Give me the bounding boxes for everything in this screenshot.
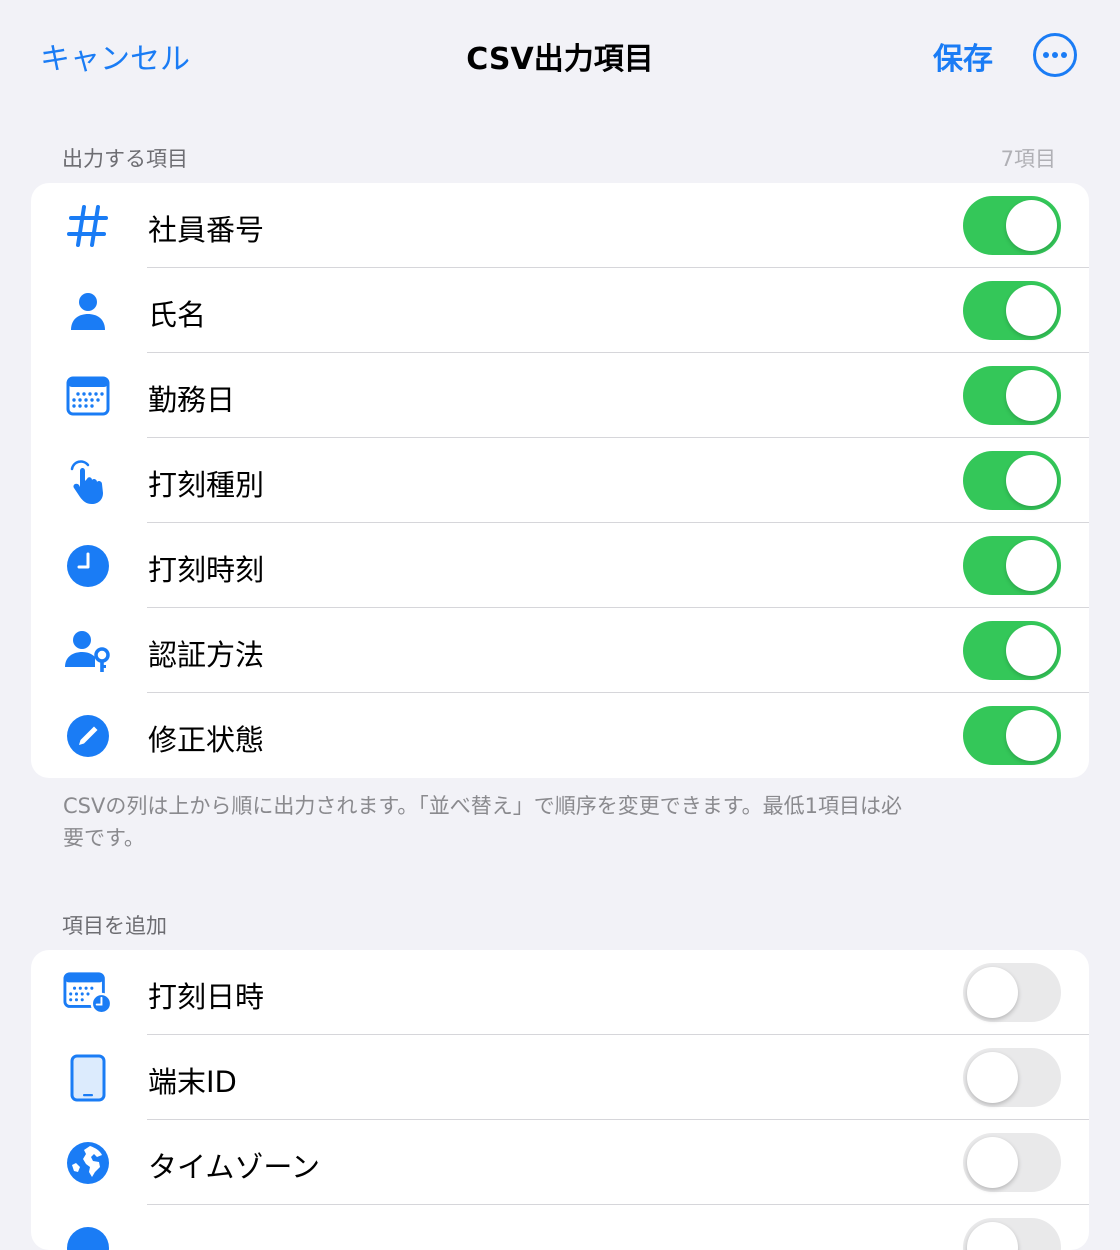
output-row-work-date: 勤務日 [31,353,1089,438]
clock-icon [63,543,113,589]
row-label: 認証方法 [148,638,265,672]
row-label: タイムゾーン [148,1150,320,1184]
toggle-switch[interactable] [963,196,1061,255]
save-button[interactable]: 保存 [933,34,993,78]
output-row-auth-method: 認証方法 [31,608,1089,693]
toggle-switch[interactable] [963,621,1061,680]
circle-icon [63,1225,113,1250]
calendar-clock-icon [63,970,113,1016]
add-row-device-id: 端末ID [31,1035,1089,1120]
toggle-switch[interactable] [963,963,1061,1022]
toggle-switch[interactable] [963,536,1061,595]
row-label: 打刻日時 [148,980,265,1014]
row-label: 端末ID [148,1065,237,1099]
output-row-correction-status: 修正状態 [31,693,1089,778]
toggle-switch[interactable] [963,1133,1061,1192]
number-icon [63,203,113,249]
toggle-switch[interactable] [963,366,1061,425]
pencil-circle-icon [63,713,113,759]
row-label: 社員番号 [148,213,265,247]
add-row-timezone: タイムゾーン [31,1120,1089,1205]
add-items-list: 打刻日時 端末ID タイムゾーン [31,950,1089,1250]
section-footer-note: CSVの列は上から順に出力されます。「並べ替え」で順序を変更できます。最低1項目… [63,794,903,850]
output-row-punch-time: 打刻時刻 [31,523,1089,608]
person-icon [63,288,113,334]
globe-icon [63,1140,113,1186]
toggle-switch[interactable] [963,706,1061,765]
output-row-punch-type: 打刻種別 [31,438,1089,523]
toggle-switch[interactable] [963,1218,1061,1250]
toggle-switch[interactable] [963,1048,1061,1107]
output-items-list: 社員番号 氏名 勤務日 打刻種別 打刻時刻 認証方法 修正状態 [31,183,1089,778]
output-item-count: 7項目 [1000,147,1056,171]
toggle-switch[interactable] [963,451,1061,510]
row-label: 勤務日 [148,383,236,417]
output-row-employee-number: 社員番号 [31,183,1089,268]
row-label: 打刻時刻 [148,553,265,587]
row-label: 打刻種別 [148,468,265,502]
output-row-name: 氏名 [31,268,1089,353]
calendar-icon [63,373,113,419]
add-row-punch-datetime: 打刻日時 [31,950,1089,1035]
toggle-switch[interactable] [963,281,1061,340]
navigation-bar: キャンセル CSV出力項目 保存 [0,0,1120,110]
ipad-icon [63,1054,113,1102]
hand-tap-icon [63,458,113,504]
add-row-partial [31,1205,1089,1250]
add-section-header: 項目を追加 [62,914,167,938]
row-label: 修正状態 [148,723,265,757]
person-key-icon [63,628,113,674]
output-section-header: 出力する項目 [62,147,188,171]
ellipsis-circle-icon[interactable] [1033,33,1077,77]
row-label: 氏名 [148,298,207,332]
